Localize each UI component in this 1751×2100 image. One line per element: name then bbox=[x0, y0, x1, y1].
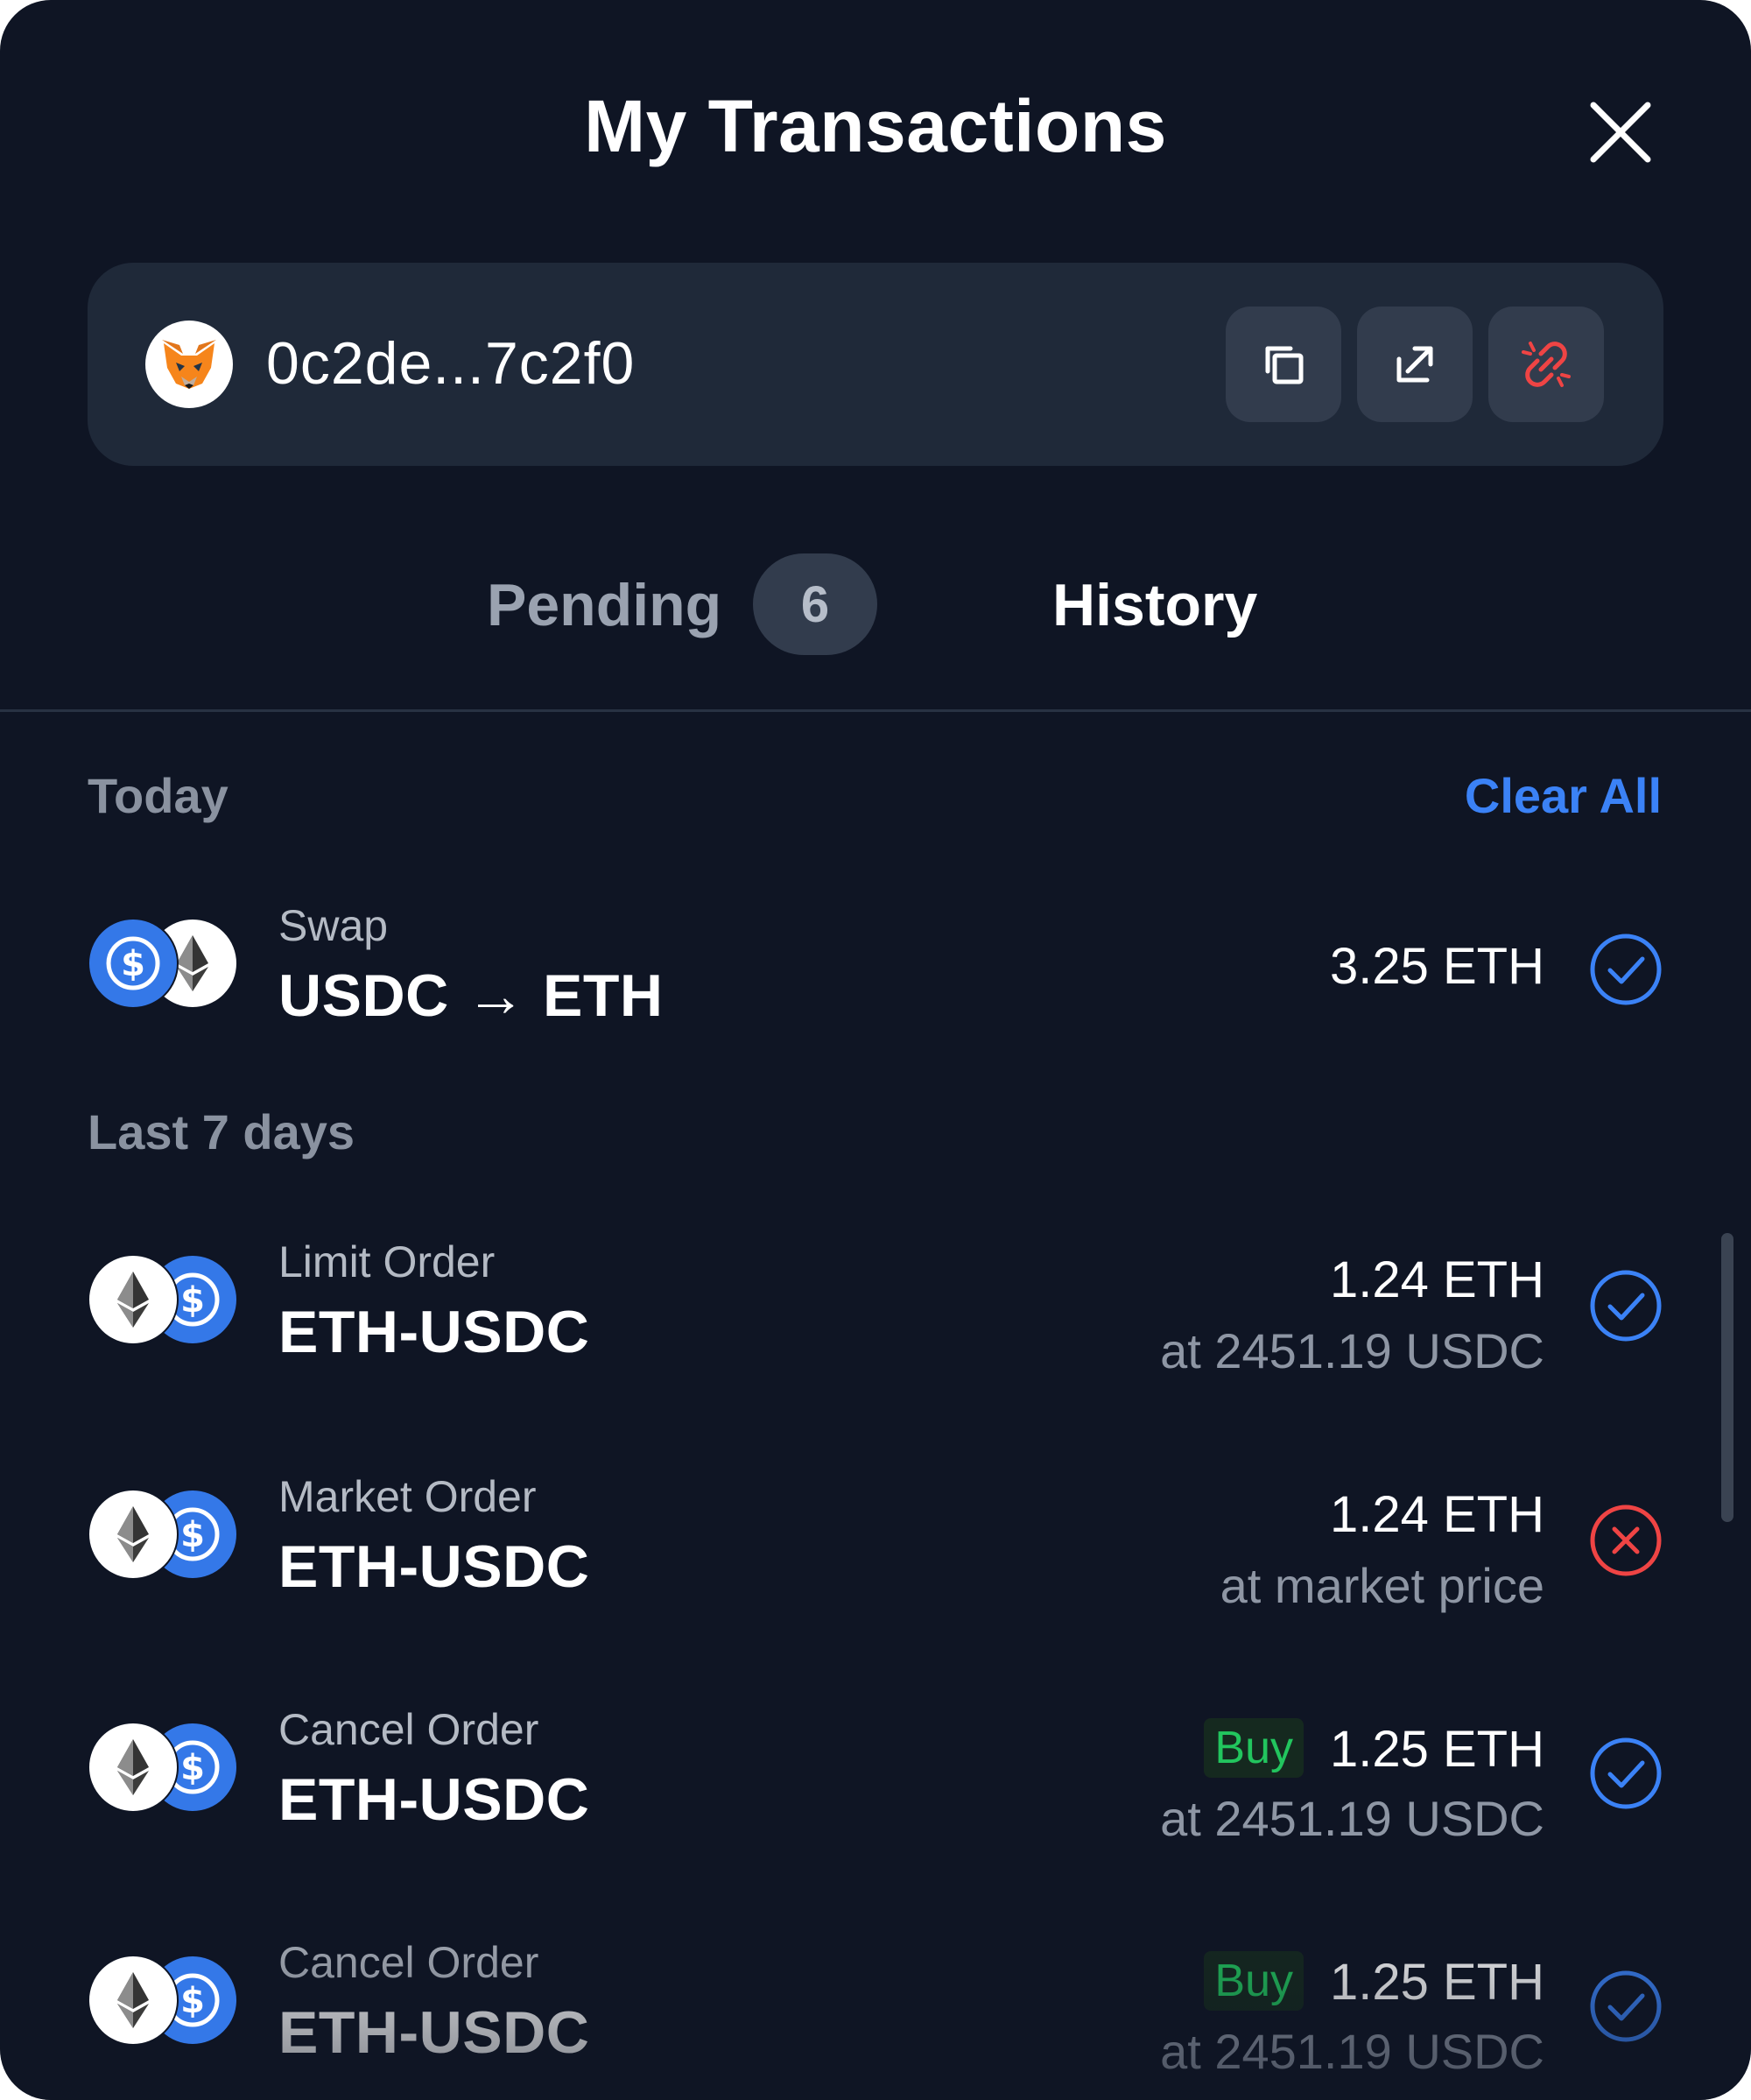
x-circle-icon bbox=[1590, 1505, 1662, 1576]
transaction-row[interactable]: $ Cancel Order ETH-USDC Buy 1.25 ETH at 2… bbox=[0, 1920, 1751, 2079]
pending-count-badge: 6 bbox=[753, 553, 877, 655]
usdc-icon: $ bbox=[88, 918, 179, 1009]
token-pair-icons: $ bbox=[88, 1489, 238, 1580]
metamask-fox-icon bbox=[162, 340, 216, 389]
transaction-type: Market Order bbox=[278, 1472, 537, 1521]
eth-icon bbox=[88, 1489, 179, 1580]
buy-badge: Buy bbox=[1204, 1718, 1304, 1778]
copy-address-button[interactable] bbox=[1226, 307, 1341, 422]
tab-history[interactable]: History bbox=[1052, 571, 1257, 639]
eth-icon bbox=[88, 1722, 179, 1813]
close-icon bbox=[1590, 102, 1651, 163]
transaction-amount-line: Buy 1.25 ETH bbox=[1204, 1951, 1544, 2012]
check-circle-icon bbox=[1590, 1737, 1662, 1809]
transaction-pair: ETH-USDC bbox=[278, 1533, 590, 1600]
close-button[interactable] bbox=[1581, 93, 1660, 172]
token-pair-icons: $ bbox=[88, 1722, 238, 1813]
clear-all-button[interactable]: Clear All bbox=[1465, 767, 1662, 824]
transaction-row[interactable]: $ Market Order ETH-USDC 1.24 ETH at mark… bbox=[0, 1454, 1751, 1613]
tab-pending[interactable]: Pending bbox=[487, 571, 721, 639]
transaction-pair: USDC → ETH bbox=[278, 962, 664, 1029]
unlink-icon bbox=[1522, 342, 1571, 387]
transaction-price: at market price bbox=[1220, 1558, 1544, 1613]
copy-icon bbox=[1265, 346, 1304, 384]
transactions-panel: My Transactions 0c2de...7c2f0 Pending 6 … bbox=[0, 0, 1751, 2100]
transaction-type: Cancel Order bbox=[278, 1938, 539, 1987]
transaction-pair: ETH-USDC bbox=[278, 1999, 590, 2066]
transaction-amount-line: Buy 1.25 ETH bbox=[1204, 1718, 1544, 1779]
eth-icon bbox=[88, 1955, 179, 2046]
transaction-type: Limit Order bbox=[278, 1237, 496, 1286]
section-last-7-days: Last 7 days bbox=[88, 1104, 355, 1159]
svg-text:$: $ bbox=[180, 1981, 205, 2021]
transaction-amount: 1.25 ETH bbox=[1330, 1721, 1544, 1778]
transaction-type: Swap bbox=[278, 901, 389, 950]
page-title: My Transactions bbox=[584, 85, 1167, 167]
transaction-amount: 3.25 ETH bbox=[1330, 938, 1544, 995]
transaction-pair: ETH-USDC bbox=[278, 1766, 590, 1833]
transaction-row[interactable]: $ Swap USDC → ETH 3.25 ETH bbox=[0, 883, 1751, 1040]
svg-text:$: $ bbox=[121, 944, 145, 984]
transaction-amount: 1.24 ETH bbox=[1330, 1486, 1544, 1543]
transaction-row[interactable]: $ Cancel Order ETH-USDC Buy 1.25 ETH at 2… bbox=[0, 1687, 1751, 1846]
check-circle-icon bbox=[1590, 1970, 1662, 2042]
svg-text:$: $ bbox=[180, 1280, 205, 1321]
svg-text:$: $ bbox=[180, 1515, 205, 1555]
token-pair-icons: $ bbox=[88, 918, 238, 1009]
avatar bbox=[145, 321, 233, 408]
divider bbox=[0, 709, 1751, 712]
check-circle-icon bbox=[1590, 1270, 1662, 1342]
view-explorer-button[interactable] bbox=[1357, 307, 1473, 422]
tab-bar: Pending 6 History bbox=[0, 552, 1751, 657]
transaction-price: at 2451.19 USDC bbox=[1160, 2024, 1544, 2079]
section-today: Today bbox=[88, 768, 229, 823]
eth-icon bbox=[88, 1254, 179, 1345]
transaction-pair: ETH-USDC bbox=[278, 1299, 590, 1365]
transaction-amount: 1.24 ETH bbox=[1330, 1251, 1544, 1308]
wallet-card: 0c2de...7c2f0 bbox=[88, 263, 1663, 466]
wallet-address: 0c2de...7c2f0 bbox=[266, 330, 636, 397]
external-link-icon bbox=[1396, 346, 1433, 383]
transaction-price: at 2451.19 USDC bbox=[1160, 1791, 1544, 1846]
svg-text:$: $ bbox=[180, 1748, 205, 1788]
buy-badge: Buy bbox=[1204, 1951, 1304, 2011]
disconnect-button[interactable] bbox=[1488, 307, 1604, 422]
check-circle-icon bbox=[1590, 934, 1662, 1005]
transaction-price: at 2451.19 USDC bbox=[1160, 1323, 1544, 1378]
scrollbar-thumb[interactable] bbox=[1721, 1233, 1733, 1522]
token-pair-icons: $ bbox=[88, 1955, 238, 2046]
token-pair-icons: $ bbox=[88, 1254, 238, 1345]
transaction-amount: 1.25 ETH bbox=[1330, 1954, 1544, 2011]
transaction-row[interactable]: $ Limit Order ETH-USDC 1.24 ETH at 2451.… bbox=[0, 1219, 1751, 1378]
transaction-type: Cancel Order bbox=[278, 1705, 539, 1754]
